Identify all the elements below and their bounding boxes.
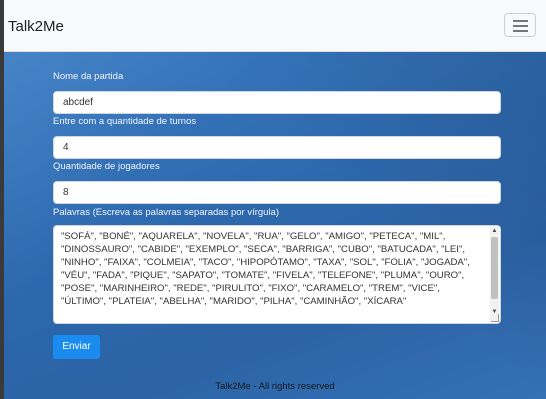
players-label: Quantidade de jogadores [53, 161, 160, 172]
resize-grip-icon[interactable] [491, 314, 499, 322]
footer-text: Talk2Me - All rights reserved [215, 381, 335, 392]
main-content: Nome da partida Entre com a quantidade d… [4, 52, 546, 399]
turns-input[interactable] [53, 136, 501, 159]
scroll-thumb[interactable] [491, 237, 498, 299]
scroll-up-arrow-icon[interactable]: ▲ [490, 227, 499, 235]
hamburger-menu-icon-bar [513, 30, 528, 32]
navbar-brand[interactable]: Talk2Me [8, 18, 64, 35]
words-textarea-text: "SOFÁ", "BONÉ", "AQUARELA", "NOVELA", "R… [61, 231, 470, 307]
textarea-scrollbar[interactable]: ▲ ▼ [490, 227, 499, 322]
navbar: Talk2Me [4, 0, 546, 52]
match-name-label: Nome da partida [53, 71, 124, 82]
words-textarea[interactable]: "SOFÁ", "BONÉ", "AQUARELA", "NOVELA", "R… [53, 225, 501, 324]
navbar-toggler-button[interactable] [504, 13, 536, 37]
hamburger-menu-icon [513, 20, 528, 22]
match-name-input[interactable] [53, 91, 501, 114]
hamburger-menu-icon-bar [513, 25, 528, 27]
turns-label: Entre com a quantidade de turnos [53, 116, 197, 127]
words-label: Palavras (Escreva as palavras separadas … [53, 207, 279, 218]
players-input[interactable] [53, 181, 501, 204]
submit-button[interactable]: Enviar [53, 335, 100, 359]
